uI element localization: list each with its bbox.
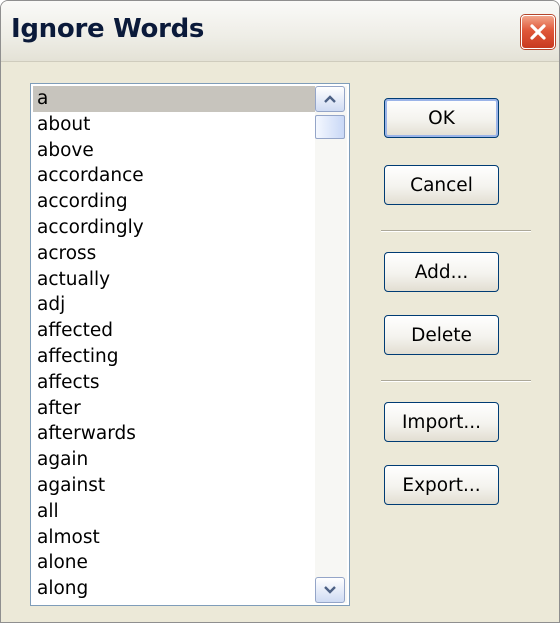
list-scrollbar[interactable] xyxy=(315,86,347,603)
list-item[interactable]: almost xyxy=(33,525,315,551)
list-item[interactable]: according xyxy=(33,189,315,215)
list-item[interactable]: above xyxy=(33,138,315,164)
list-item[interactable]: afterwards xyxy=(33,421,315,447)
list-item[interactable]: against xyxy=(33,473,315,499)
separator xyxy=(381,230,531,232)
close-button[interactable] xyxy=(521,15,555,49)
scroll-thumb[interactable] xyxy=(315,115,345,139)
list-item[interactable]: affecting xyxy=(33,344,315,370)
add-button[interactable]: Add... xyxy=(384,252,499,292)
list-item[interactable]: after xyxy=(33,396,315,422)
chevron-up-icon xyxy=(324,95,336,103)
import-button[interactable]: Import... xyxy=(384,402,499,442)
close-icon xyxy=(530,24,546,40)
list-item[interactable]: adj xyxy=(33,292,315,318)
list-item[interactable]: accordingly xyxy=(33,215,315,241)
list-item[interactable]: a xyxy=(33,86,315,112)
list-item[interactable]: across xyxy=(33,241,315,267)
list-item[interactable]: all xyxy=(33,499,315,525)
dialog-title: Ignore Words xyxy=(11,14,205,44)
list-item[interactable]: accordance xyxy=(33,163,315,189)
list-item[interactable]: affected xyxy=(33,318,315,344)
ok-button[interactable]: OK xyxy=(384,98,499,138)
list-item[interactable]: again xyxy=(33,447,315,473)
title-bar[interactable]: Ignore Words xyxy=(1,1,559,62)
list-item[interactable]: actually xyxy=(33,267,315,293)
list-item[interactable]: affects xyxy=(33,370,315,396)
list-item[interactable]: about xyxy=(33,112,315,138)
export-button[interactable]: Export... xyxy=(384,465,499,505)
list-item[interactable]: alone xyxy=(33,550,315,576)
list-item[interactable]: along xyxy=(33,576,315,602)
scroll-up-button[interactable] xyxy=(315,86,345,112)
delete-button[interactable]: Delete xyxy=(384,315,499,355)
scroll-down-button[interactable] xyxy=(315,577,345,603)
cancel-button[interactable]: Cancel xyxy=(384,165,499,205)
chevron-down-icon xyxy=(324,586,336,594)
ignore-words-listbox[interactable]: a about above accordance according accordingl… xyxy=(30,83,350,606)
ignore-words-dialog: Ignore Words a about above accordance accord… xyxy=(0,0,560,623)
separator xyxy=(381,380,531,382)
word-list[interactable]: a about above accordance according accordingl… xyxy=(33,86,315,603)
